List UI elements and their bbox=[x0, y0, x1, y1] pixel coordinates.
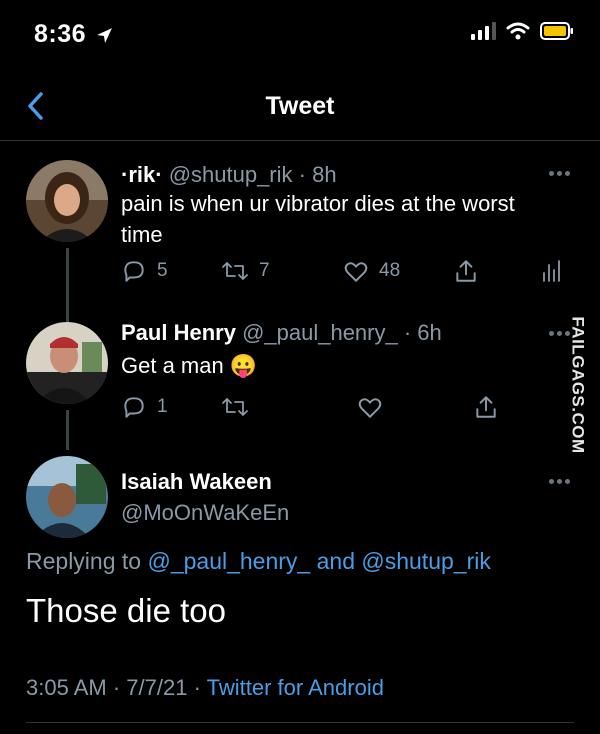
reply-count: 1 bbox=[157, 396, 168, 417]
tweet-actions: 5 7 48 bbox=[121, 258, 561, 288]
retweet-icon bbox=[222, 398, 248, 416]
retweet-count: 7 bbox=[259, 260, 270, 281]
tweet-header: ·rik· @shutup_rik · 8h bbox=[121, 162, 337, 188]
like-count: 48 bbox=[379, 260, 401, 281]
tweet-text: Get a man 😛 bbox=[121, 350, 541, 381]
main-display-name[interactable]: Isaiah Wakeen bbox=[121, 469, 272, 495]
more-options-icon[interactable] bbox=[546, 476, 572, 486]
cellular-signal-icon bbox=[471, 22, 496, 40]
display-name[interactable]: Paul Henry bbox=[121, 320, 236, 345]
heart-icon bbox=[344, 262, 368, 282]
divider bbox=[26, 722, 574, 723]
status-bar: 8:36 bbox=[0, 0, 600, 70]
display-name[interactable]: ·rik· bbox=[121, 162, 163, 187]
main-handle[interactable]: @MoOnWaKeEn bbox=[121, 500, 289, 526]
reply-button[interactable]: 1 bbox=[121, 394, 168, 420]
more-options-icon[interactable] bbox=[546, 168, 572, 178]
replying-prefix: Replying to bbox=[26, 548, 142, 574]
reply-icon bbox=[124, 397, 144, 418]
main-avatar[interactable] bbox=[26, 456, 108, 538]
tweet-actions: 1 bbox=[121, 394, 561, 424]
retweet-button[interactable]: 7 bbox=[221, 258, 270, 284]
thread-connector-line bbox=[66, 410, 69, 450]
watermark-text: FAILGAGS.COM bbox=[569, 316, 588, 454]
share-icon bbox=[476, 396, 496, 418]
avatar[interactable] bbox=[26, 160, 108, 242]
replying-to: Replying to @_paul_henry_ and @shutup_ri… bbox=[26, 548, 491, 575]
main-tweet-text: Those die too bbox=[26, 592, 226, 629]
wifi-icon bbox=[506, 22, 530, 40]
tongue-emoji: 😛 bbox=[229, 353, 258, 378]
thread-tweet-2[interactable]: Paul Henry @_paul_henry_ · 6h Get a man … bbox=[0, 310, 600, 450]
tweet-text-content: Get a man bbox=[121, 353, 224, 378]
clock-text: 8:36 bbox=[34, 20, 87, 48]
status-icons bbox=[471, 22, 574, 40]
page-title: Tweet bbox=[265, 92, 335, 120]
like-button[interactable] bbox=[357, 394, 383, 420]
nav-bar: Tweet bbox=[0, 72, 600, 141]
heart-icon bbox=[358, 398, 382, 418]
watermark: FAILGAGS.COM bbox=[564, 300, 592, 470]
retweet-button[interactable] bbox=[221, 394, 249, 420]
share-button[interactable] bbox=[453, 258, 479, 284]
battery-icon bbox=[540, 22, 573, 40]
reply-count: 5 bbox=[157, 260, 168, 281]
replying-and[interactable]: and bbox=[317, 548, 355, 574]
timestamp: · 6h bbox=[403, 320, 442, 345]
mention-shutup-rik[interactable]: @shutup_rik bbox=[361, 548, 490, 574]
like-button[interactable]: 48 bbox=[343, 258, 400, 284]
share-icon bbox=[456, 260, 476, 282]
analytics-icon bbox=[543, 260, 560, 282]
avatar[interactable] bbox=[26, 322, 108, 404]
thread-tweet-1[interactable]: ·rik· @shutup_rik · 8h pain is when ur v… bbox=[0, 150, 600, 328]
analytics-button[interactable] bbox=[541, 258, 561, 284]
reply-button[interactable]: 5 bbox=[121, 258, 168, 284]
share-button[interactable] bbox=[473, 394, 499, 420]
separator-dot: · bbox=[193, 675, 201, 700]
handle[interactable]: @shutup_rik bbox=[169, 162, 293, 187]
tweet-text: pain is when ur vibrator dies at the wor… bbox=[121, 191, 515, 247]
handle[interactable]: @_paul_henry_ bbox=[242, 320, 398, 345]
tweet-source-link[interactable]: Twitter for Android bbox=[207, 675, 384, 700]
tweet-meta: 3:05 AM · 7/7/21 · Twitter for Android bbox=[26, 675, 384, 701]
separator-dot: · bbox=[112, 675, 121, 700]
timestamp: · 8h bbox=[298, 162, 337, 187]
tweet-header: Paul Henry @_paul_henry_ · 6h bbox=[121, 320, 442, 346]
tweet-time: 3:05 AM bbox=[26, 675, 107, 700]
retweet-icon bbox=[222, 262, 248, 280]
reply-icon bbox=[124, 261, 144, 282]
tweet-date: 7/7/21 bbox=[126, 675, 188, 700]
mention-paul-henry[interactable]: @_paul_henry_ bbox=[147, 548, 310, 574]
status-time: 8:36 bbox=[34, 20, 113, 49]
location-arrow-icon bbox=[96, 27, 112, 43]
